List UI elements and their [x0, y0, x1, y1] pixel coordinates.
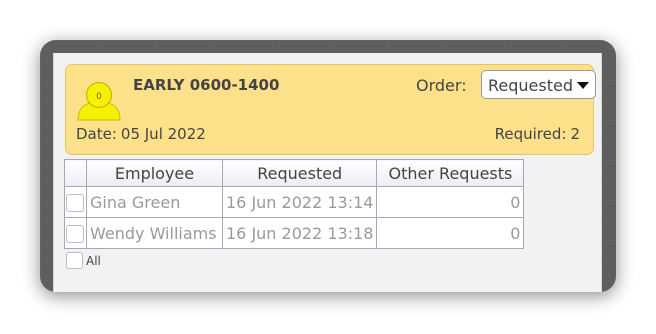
order-select[interactable]: Requested — [481, 70, 596, 99]
other-requests-cell: 0 — [376, 186, 525, 218]
shift-date: Date: 05 Jul 2022 — [76, 125, 206, 143]
order-label: Order: — [416, 76, 467, 95]
row-check-cell — [64, 186, 87, 218]
row-checkbox[interactable] — [66, 224, 84, 243]
date-value: 05 Jul 2022 — [120, 125, 206, 143]
table-row: Gina Green 16 Jun 2022 13:14 0 — [64, 186, 525, 218]
required-value: 2 — [570, 125, 580, 143]
shift-request-dialog: 0 EARLY 0600-1400 Order: Requested Date:… — [53, 53, 602, 292]
employee-cell: Gina Green — [86, 186, 223, 218]
date-label: Date: — [76, 125, 117, 143]
requested-cell: 16 Jun 2022 13:14 — [221, 186, 378, 218]
row-check-cell — [64, 217, 87, 249]
shift-title: EARLY 0600-1400 — [133, 76, 280, 94]
requests-table: Employee Requested Other Requests Gina G… — [64, 159, 525, 249]
table-row: Wendy Williams 16 Jun 2022 13:18 0 — [64, 217, 525, 249]
select-all-checkbox[interactable] — [66, 252, 83, 269]
requested-cell: 16 Jun 2022 13:18 — [221, 217, 378, 249]
select-all-row: All — [66, 252, 101, 269]
order-select-value: Requested — [488, 76, 573, 95]
column-header-employee[interactable]: Employee — [86, 159, 223, 187]
table-header-row: Employee Requested Other Requests — [64, 159, 525, 187]
column-header-other-requests[interactable]: Other Requests — [376, 159, 525, 187]
required-label: Required: — [494, 125, 567, 143]
header-check-column — [64, 159, 87, 187]
row-checkbox[interactable] — [66, 193, 84, 212]
column-header-requested[interactable]: Requested — [221, 159, 378, 187]
avatar-badge: 0 — [96, 92, 102, 102]
person-icon: 0 — [75, 73, 123, 121]
select-all-label: All — [86, 253, 101, 268]
other-requests-cell: 0 — [376, 217, 525, 249]
shift-header-panel: 0 EARLY 0600-1400 Order: Requested Date:… — [65, 64, 596, 155]
required-count: Required: 2 — [495, 125, 580, 143]
employee-cell: Wendy Williams — [86, 217, 223, 249]
caret-down-icon — [577, 82, 589, 89]
